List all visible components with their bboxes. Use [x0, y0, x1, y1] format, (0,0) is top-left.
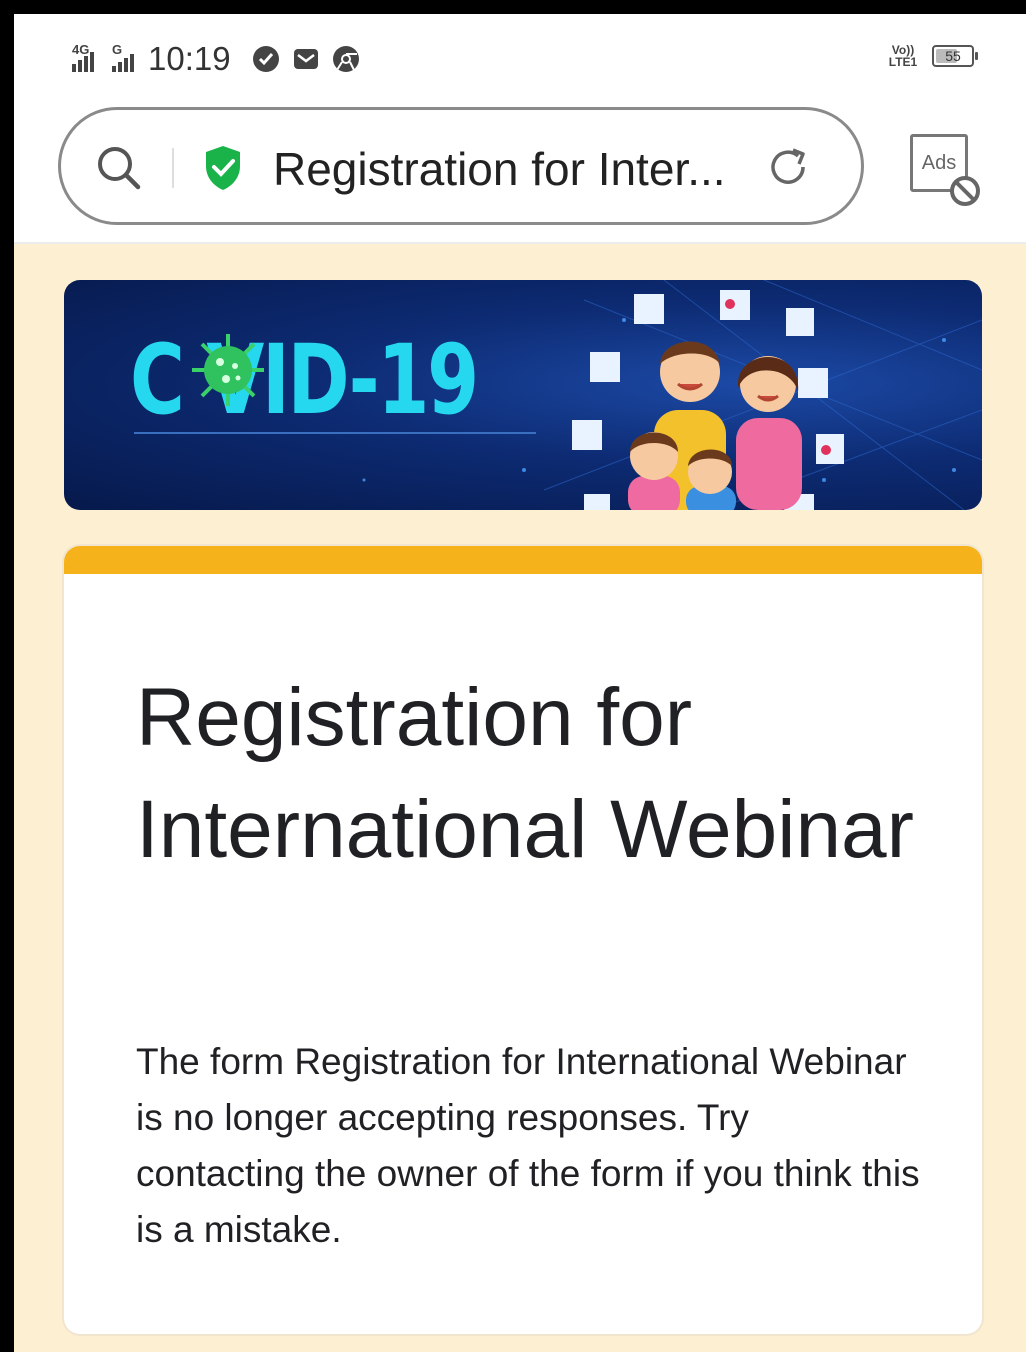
banner-underline	[134, 432, 536, 434]
family-illustration	[572, 290, 844, 510]
form-closed-message: The form Registration for International …	[136, 1041, 920, 1250]
signal-4g-icon: 4G	[72, 42, 94, 72]
covid-banner-image: C VID-19	[64, 280, 982, 510]
secure-shield-icon[interactable]	[203, 144, 243, 197]
ad-block-button[interactable]: Ads	[908, 134, 988, 214]
address-bar[interactable]: Registration for Inter...	[58, 107, 864, 225]
phone-screen: 4G G 10:19 Vo)) LTE1 55 Registration for…	[14, 14, 1026, 1352]
search-icon[interactable]	[95, 144, 143, 197]
signal-g-icon: G	[112, 42, 134, 72]
clock: 10:19	[148, 40, 231, 77]
mail-icon	[291, 44, 321, 74]
volte-indicator: Vo)) LTE1	[888, 43, 918, 69]
banner-title: C VID-19	[130, 324, 479, 436]
card-accent-bar	[64, 546, 982, 574]
page-title-in-address-bar[interactable]: Registration for Inter...	[273, 142, 743, 196]
ads-label: Ads	[921, 151, 957, 174]
form-title: Registration for International Webinar	[136, 672, 914, 875]
reload-icon[interactable]	[763, 142, 813, 197]
block-icon	[948, 174, 982, 213]
battery-icon: 55	[932, 45, 978, 67]
virus-icon	[190, 332, 266, 413]
check-circle-icon	[251, 44, 281, 74]
form-closed-card: Registration for International Webinar T…	[64, 546, 982, 1334]
address-divider	[172, 148, 174, 188]
status-bar: 4G G 10:19 Vo)) LTE1 55	[14, 14, 1026, 104]
chrome-icon	[331, 44, 361, 74]
browser-toolbar: Registration for Inter... Ads	[14, 104, 1026, 244]
